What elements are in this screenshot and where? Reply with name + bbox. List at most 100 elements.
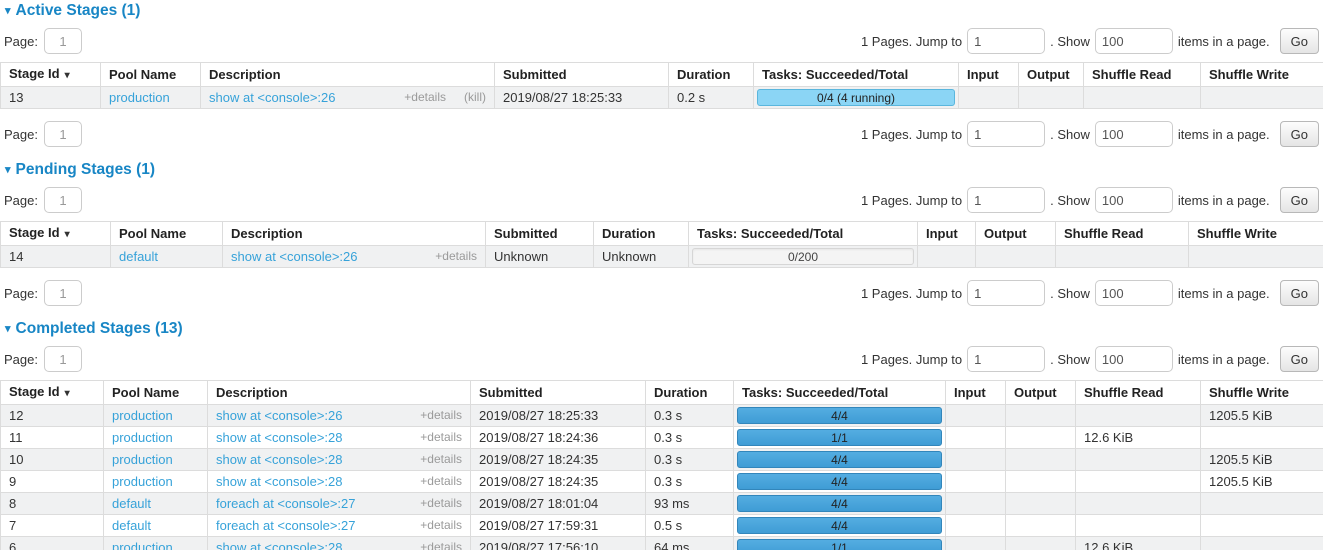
col-header-output[interactable]: Output [976,222,1056,246]
go-button[interactable]: Go [1280,280,1319,306]
page-number-input[interactable] [44,121,82,147]
col-header-output[interactable]: Output [1006,381,1076,405]
go-button[interactable]: Go [1280,187,1319,213]
tasks-cell: 4/4 [734,471,946,493]
col-header-stage-id[interactable]: Stage Id▾ [1,381,104,405]
col-header-input[interactable]: Input [959,63,1019,87]
col-header-pool-name[interactable]: Pool Name [101,63,201,87]
show-text: . Show [1050,127,1090,142]
col-header-description[interactable]: Description [223,222,486,246]
details-toggle[interactable]: +details [420,474,462,489]
pool-name-link[interactable]: default [119,249,158,264]
items-per-page-input[interactable] [1095,28,1173,54]
items-per-page-input[interactable] [1095,121,1173,147]
page-number-input[interactable] [44,346,82,372]
col-header-pool-name[interactable]: Pool Name [104,381,208,405]
description-link[interactable]: show at <console>:28 [216,540,342,550]
col-header-submitted[interactable]: Submitted [486,222,594,246]
pagination-row: Page: 1 Pages. Jump to . Show items in a… [4,187,1319,213]
items-per-page-text: items in a page. [1178,352,1270,367]
shuffle-write-cell [1201,493,1323,515]
active-stages-header[interactable]: ▾ Active Stages (1) [5,2,1323,20]
col-header-shuffle-read[interactable]: Shuffle Read [1084,63,1201,87]
page-number-input[interactable] [44,28,82,54]
go-button[interactable]: Go [1280,121,1319,147]
col-header-stage-id[interactable]: Stage Id▾ [1,222,111,246]
col-header-submitted[interactable]: Submitted [471,381,646,405]
col-header-input[interactable]: Input [946,381,1006,405]
pool-name-link[interactable]: production [112,540,173,550]
submitted-cell: 2019/08/27 18:25:33 [495,87,669,109]
description-link[interactable]: show at <console>:26 [209,90,335,105]
items-per-page-input[interactable] [1095,280,1173,306]
col-header-shuffle-write[interactable]: Shuffle Write [1201,63,1323,87]
description-link[interactable]: foreach at <console>:27 [216,518,356,533]
col-header-tasks-succeeded-total[interactable]: Tasks: Succeeded/Total [754,63,959,87]
go-button[interactable]: Go [1280,346,1319,372]
details-toggle[interactable]: +details [420,452,462,467]
col-header-tasks-succeeded-total[interactable]: Tasks: Succeeded/Total [734,381,946,405]
page-number-input[interactable] [44,187,82,213]
pool-name-link[interactable]: production [112,452,173,467]
show-text: . Show [1050,286,1090,301]
pool-name-link[interactable]: production [112,408,173,423]
col-header-shuffle-read[interactable]: Shuffle Read [1076,381,1201,405]
pool-name-link[interactable]: default [112,518,151,533]
col-header-output[interactable]: Output [1019,63,1084,87]
col-header-shuffle-write[interactable]: Shuffle Write [1189,222,1323,246]
col-header-duration[interactable]: Duration [594,222,689,246]
table-header-row: Stage Id▾Pool NameDescriptionSubmittedDu… [1,63,1323,87]
jump-to-page-input[interactable] [967,28,1045,54]
pagination-right: 1 Pages. Jump to . Show items in a page.… [861,28,1319,54]
description-link[interactable]: show at <console>:26 [231,249,357,264]
shuffle-read-cell [1076,515,1201,537]
items-per-page-input[interactable] [1095,346,1173,372]
jump-to-page-input[interactable] [967,280,1045,306]
details-toggle[interactable]: +details [420,518,462,533]
description-link[interactable]: show at <console>:28 [216,430,342,445]
pool-name-link[interactable]: production [112,474,173,489]
col-header-description[interactable]: Description [201,63,495,87]
output-cell [1006,515,1076,537]
items-per-page-input[interactable] [1095,187,1173,213]
details-toggle[interactable]: +details [420,540,462,550]
details-toggle[interactable]: +details [420,496,462,511]
table-row: 9productionshow at <console>:28+details2… [1,471,1323,493]
duration-cell: 64 ms [646,537,734,550]
pool-name-link[interactable]: production [109,90,170,105]
jump-to-page-input[interactable] [967,121,1045,147]
details-toggle[interactable]: +details [435,249,477,264]
col-header-shuffle-read[interactable]: Shuffle Read [1056,222,1189,246]
col-header-stage-id[interactable]: Stage Id▾ [1,63,101,87]
sort-arrow-icon: ▾ [65,70,70,81]
collapse-arrow-icon: ▾ [5,6,11,17]
description-link[interactable]: show at <console>:28 [216,474,342,489]
jump-to-page-input[interactable] [967,187,1045,213]
completed-stages-header[interactable]: ▾ Completed Stages (13) [5,320,1323,338]
jump-to-page-input[interactable] [967,346,1045,372]
go-button[interactable]: Go [1280,28,1319,54]
pending-stages-header[interactable]: ▾ Pending Stages (1) [5,161,1323,179]
details-toggle[interactable]: +details [420,408,462,423]
pool-name-link[interactable]: default [112,496,151,511]
col-header-tasks-succeeded-total[interactable]: Tasks: Succeeded/Total [689,222,918,246]
pages-count-text: 1 Pages. Jump to [861,127,962,142]
page-number-input[interactable] [44,280,82,306]
input-cell [918,246,976,268]
col-header-shuffle-write[interactable]: Shuffle Write [1201,381,1323,405]
description-link[interactable]: show at <console>:28 [216,452,342,467]
description-link[interactable]: foreach at <console>:27 [216,496,356,511]
tasks-cell: 0/200 [689,246,918,268]
col-header-input[interactable]: Input [918,222,976,246]
col-header-submitted[interactable]: Submitted [495,63,669,87]
col-header-duration[interactable]: Duration [669,63,754,87]
kill-link[interactable]: (kill) [464,90,486,105]
details-toggle[interactable]: +details [420,430,462,445]
details-toggle[interactable]: +details [404,90,446,105]
col-header-pool-name[interactable]: Pool Name [111,222,223,246]
pool-name-link[interactable]: production [112,430,173,445]
col-header-description[interactable]: Description [208,381,471,405]
col-header-duration[interactable]: Duration [646,381,734,405]
description-link[interactable]: show at <console>:26 [216,408,342,423]
table-row: 6productionshow at <console>:28+details2… [1,537,1323,550]
